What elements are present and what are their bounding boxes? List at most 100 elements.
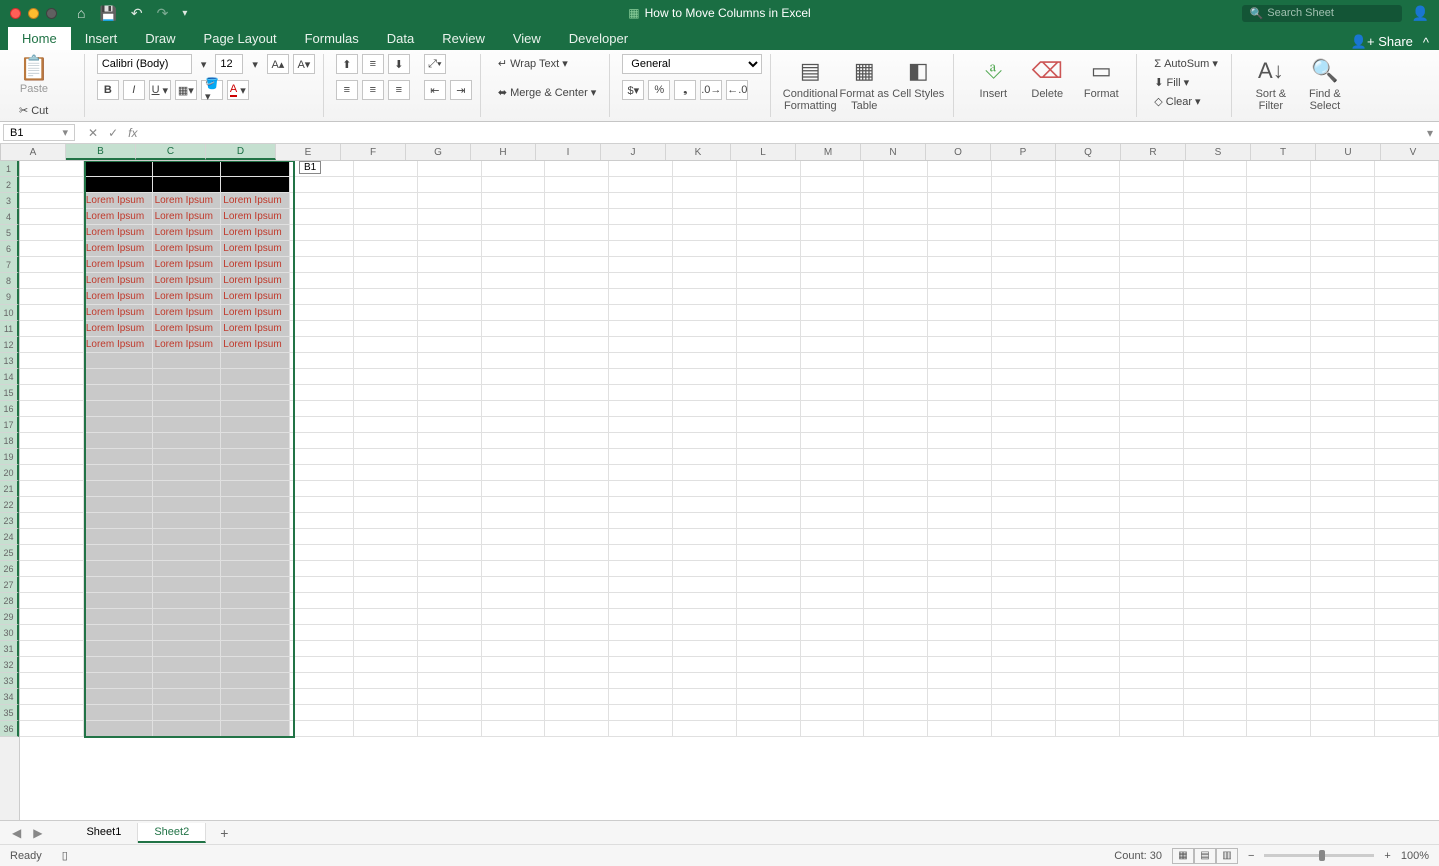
cell-M9[interactable]: [801, 289, 865, 305]
cell-L11[interactable]: [737, 321, 801, 337]
cell-P31[interactable]: [992, 641, 1056, 657]
cell-G1[interactable]: [418, 161, 482, 177]
currency-icon[interactable]: $▾: [622, 80, 644, 100]
cell-P32[interactable]: [992, 657, 1056, 673]
cell-V24[interactable]: [1375, 529, 1439, 545]
cell-P1[interactable]: [992, 161, 1056, 177]
cell-U14[interactable]: [1311, 369, 1375, 385]
cell-G19[interactable]: [418, 449, 482, 465]
cell-A25[interactable]: [20, 545, 84, 561]
cell-L34[interactable]: [737, 689, 801, 705]
cell-G11[interactable]: [418, 321, 482, 337]
cell-R22[interactable]: [1120, 497, 1184, 513]
cell-U31[interactable]: [1311, 641, 1375, 657]
cell-N34[interactable]: [864, 689, 928, 705]
cell-C27[interactable]: [153, 577, 222, 593]
cell-I11[interactable]: [545, 321, 609, 337]
sheet-tab-sheet2[interactable]: Sheet2: [138, 823, 206, 843]
underline-button[interactable]: U▾: [149, 80, 171, 100]
cell-M34[interactable]: [801, 689, 865, 705]
cell-H36[interactable]: [482, 721, 546, 737]
cell-E19[interactable]: [290, 449, 354, 465]
cell-S25[interactable]: [1184, 545, 1248, 561]
user-icon[interactable]: 👤: [1412, 5, 1429, 22]
percent-icon[interactable]: %: [648, 80, 670, 100]
cell-J2[interactable]: [609, 177, 673, 193]
cell-S8[interactable]: [1184, 273, 1248, 289]
cell-N20[interactable]: [864, 465, 928, 481]
cell-R23[interactable]: [1120, 513, 1184, 529]
cell-V14[interactable]: [1375, 369, 1439, 385]
cell-G25[interactable]: [418, 545, 482, 561]
cell-Q15[interactable]: [1056, 385, 1120, 401]
cell-M4[interactable]: [801, 209, 865, 225]
cell-A10[interactable]: [20, 305, 84, 321]
cell-F16[interactable]: [354, 401, 418, 417]
cell-A12[interactable]: [20, 337, 84, 353]
cell-F11[interactable]: [354, 321, 418, 337]
cell-B22[interactable]: [84, 497, 153, 513]
cell-C35[interactable]: [153, 705, 222, 721]
row-header-18[interactable]: 18: [0, 433, 19, 449]
cell-J14[interactable]: [609, 369, 673, 385]
number-format-select[interactable]: General: [622, 54, 762, 74]
cell-L21[interactable]: [737, 481, 801, 497]
cell-N9[interactable]: [864, 289, 928, 305]
cell-F4[interactable]: [354, 209, 418, 225]
cell-C2[interactable]: [153, 177, 222, 193]
cell-M7[interactable]: [801, 257, 865, 273]
cell-O28[interactable]: [928, 593, 992, 609]
cell-N36[interactable]: [864, 721, 928, 737]
cell-B36[interactable]: [84, 721, 153, 737]
row-header-14[interactable]: 14: [0, 369, 19, 385]
row-header-22[interactable]: 22: [0, 497, 19, 513]
cell-A18[interactable]: [20, 433, 84, 449]
cell-F3[interactable]: [354, 193, 418, 209]
cell-U30[interactable]: [1311, 625, 1375, 641]
cut-button[interactable]: ✂ Cut: [14, 101, 76, 120]
cell-N8[interactable]: [864, 273, 928, 289]
cell-M20[interactable]: [801, 465, 865, 481]
cell-O6[interactable]: [928, 241, 992, 257]
cell-S5[interactable]: [1184, 225, 1248, 241]
cell-U35[interactable]: [1311, 705, 1375, 721]
cell-T26[interactable]: [1247, 561, 1311, 577]
cell-V27[interactable]: [1375, 577, 1439, 593]
merge-center-button[interactable]: ⬌ Merge & Center ▾: [493, 83, 601, 102]
cell-V4[interactable]: [1375, 209, 1439, 225]
row-header-35[interactable]: 35: [0, 705, 19, 721]
font-size-dropdown[interactable]: ▾: [247, 55, 263, 74]
cell-I34[interactable]: [545, 689, 609, 705]
cell-D19[interactable]: [221, 449, 290, 465]
cell-G6[interactable]: [418, 241, 482, 257]
cell-J30[interactable]: [609, 625, 673, 641]
col-header-H[interactable]: H: [471, 144, 536, 160]
cell-R12[interactable]: [1120, 337, 1184, 353]
cell-I22[interactable]: [545, 497, 609, 513]
cell-P36[interactable]: [992, 721, 1056, 737]
cell-U18[interactable]: [1311, 433, 1375, 449]
cell-E7[interactable]: [290, 257, 354, 273]
cell-I32[interactable]: [545, 657, 609, 673]
cell-B5[interactable]: Lorem Ipsum: [84, 225, 153, 241]
cell-P30[interactable]: [992, 625, 1056, 641]
cell-R2[interactable]: [1120, 177, 1184, 193]
cell-D12[interactable]: Lorem Ipsum: [221, 337, 290, 353]
cells-area[interactable]: Lorem IpsumLorem IpsumLorem IpsumLorem I…: [20, 161, 1439, 820]
cancel-formula-icon[interactable]: ✕: [88, 126, 98, 140]
cell-D3[interactable]: Lorem Ipsum: [221, 193, 290, 209]
cell-Q3[interactable]: [1056, 193, 1120, 209]
cell-E29[interactable]: [290, 609, 354, 625]
cell-D1[interactable]: [221, 161, 290, 177]
cell-J7[interactable]: [609, 257, 673, 273]
cell-B32[interactable]: [84, 657, 153, 673]
cell-V22[interactable]: [1375, 497, 1439, 513]
cell-A16[interactable]: [20, 401, 84, 417]
cell-L35[interactable]: [737, 705, 801, 721]
cell-C33[interactable]: [153, 673, 222, 689]
cell-H12[interactable]: [482, 337, 546, 353]
cell-K30[interactable]: [673, 625, 737, 641]
cell-H13[interactable]: [482, 353, 546, 369]
cell-O27[interactable]: [928, 577, 992, 593]
cell-E4[interactable]: [290, 209, 354, 225]
